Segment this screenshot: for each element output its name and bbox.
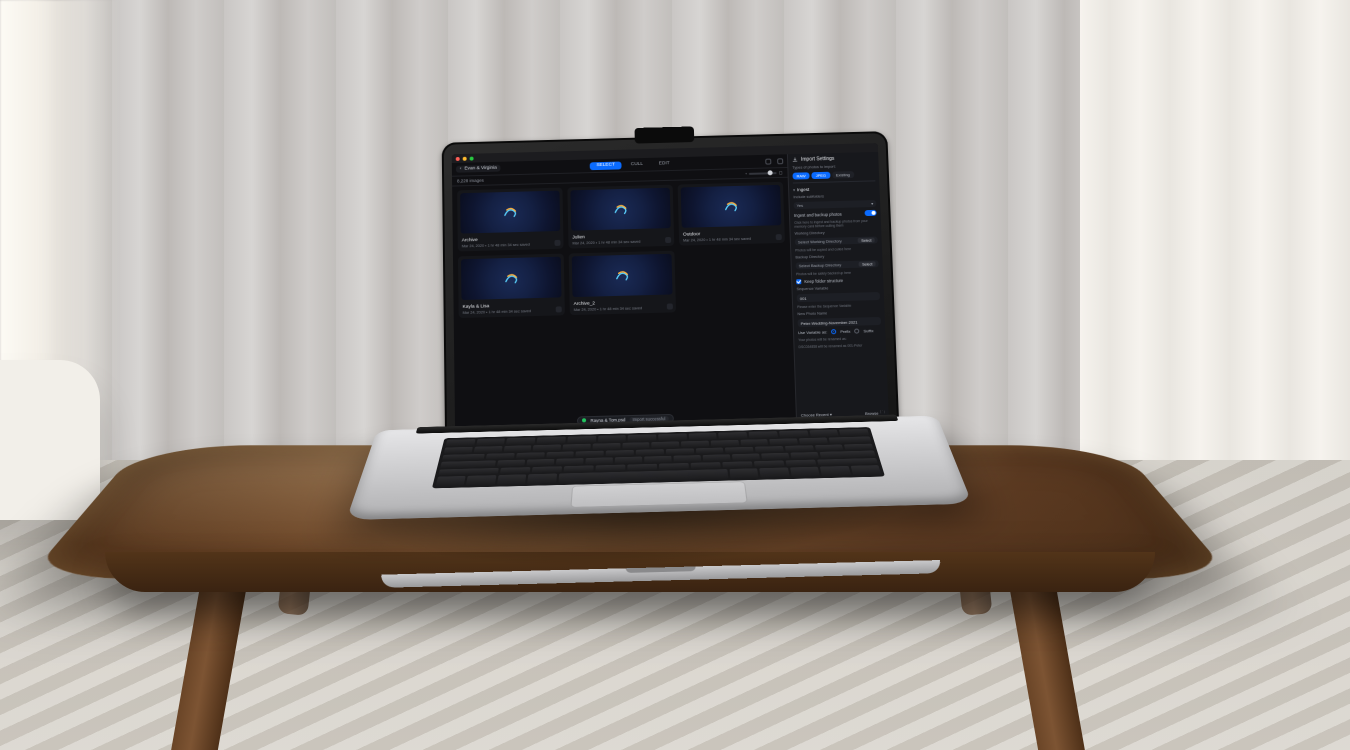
settings-toggle-icon[interactable]: [777, 158, 783, 164]
album-options-icon[interactable]: [667, 303, 673, 309]
keep-structure-label: Keep folder structure: [804, 278, 843, 284]
app-logo-icon: [614, 267, 630, 283]
include-subfolders-label: Include subfolders: [793, 193, 876, 199]
chip-existing[interactable]: Existing: [832, 171, 854, 178]
album-thumbnail: [572, 254, 673, 297]
chevron-down-icon: ▾: [871, 201, 873, 206]
laptop: ‹ Evan & Virginia SELECT CULL EDIT: [369, 128, 940, 573]
tab-cull[interactable]: CULL: [624, 160, 650, 169]
panel-title-text: Import Settings: [801, 156, 835, 163]
album-thumbnail: [461, 257, 562, 300]
tab-select[interactable]: SELECT: [589, 161, 622, 170]
album-thumbnail: [460, 191, 560, 234]
backup-dir-select-button[interactable]: Select: [859, 261, 876, 266]
backup-dir-hint: Photos will be safely backed up here: [796, 270, 879, 276]
window-zoom-icon[interactable]: [470, 156, 474, 160]
backup-dir-label: Backup Directory: [795, 253, 878, 259]
ingest-backup-hint: Click here to ingest and backup photos f…: [794, 219, 877, 229]
backup-dir-placeholder: Select Backup Directory: [799, 262, 842, 268]
album-options-icon[interactable]: [556, 306, 562, 312]
sequence-input[interactable]: 001: [797, 292, 880, 302]
zoom-out-icon[interactable]: ▫: [745, 171, 747, 176]
album-thumbnail: [570, 188, 670, 231]
zoom-in-icon[interactable]: ◻: [779, 170, 783, 176]
image-count: 8,228 images: [457, 178, 484, 184]
file-type-chips: RAW JPEG Existing: [792, 171, 875, 180]
working-dir-select-button[interactable]: Select: [858, 238, 875, 243]
use-variable-label: Use Variable as:: [798, 329, 827, 335]
album-card[interactable]: Archive_2 Mar 24, 2020 • 1 hr 48 min 34 …: [569, 251, 676, 315]
backup-dir-field[interactable]: Select Backup Directory Select: [796, 260, 879, 269]
import-icon: [792, 157, 798, 163]
window-minimize-icon[interactable]: [463, 156, 467, 160]
album-thumbnail: [681, 185, 782, 228]
chip-jpeg[interactable]: JPEG: [812, 172, 831, 179]
sequence-label: Sequence Variable: [796, 285, 879, 291]
radio-suffix[interactable]: [854, 329, 859, 334]
app-logo-icon: [502, 204, 518, 220]
album-options-icon[interactable]: [776, 234, 782, 240]
album-card[interactable]: Outdoor Mar 24, 2020 • 1 hr 48 min 34 se…: [678, 182, 785, 246]
slider-thumb[interactable]: [768, 170, 773, 175]
rename-example: DSC034858 will be renamed as 001-Peter: [798, 343, 881, 349]
album-card[interactable]: Julien Mar 24, 2020 • 1 hr 48 min 34 sec…: [567, 185, 674, 249]
window-close-icon[interactable]: [456, 156, 460, 160]
rename-hint: Your photos will be renamed as:: [798, 336, 881, 342]
ingest-backup-label: Ingest and backup photos: [794, 211, 842, 217]
import-settings-panel: Import Settings Types of photos to impor…: [787, 152, 889, 422]
album-grid: Archive Mar 24, 2020 • 1 hr 48 min 34 se…: [452, 178, 795, 417]
chip-raw[interactable]: RAW: [792, 172, 809, 179]
thumbnail-size-slider[interactable]: ▫ ◻: [745, 170, 782, 177]
layout-toggle-icon[interactable]: [765, 158, 771, 164]
working-dir-hint: Photos will be copied and culled here: [795, 246, 878, 252]
include-subfolders-select[interactable]: Yes ▾: [794, 200, 877, 209]
section-ingest[interactable]: Ingest: [793, 185, 876, 192]
app-logo-icon: [612, 201, 628, 217]
mode-tabs: SELECT CULL EDIT: [589, 160, 676, 170]
tab-edit[interactable]: EDIT: [652, 160, 677, 168]
include-subfolders-value: Yes: [797, 203, 804, 208]
app-logo-icon: [723, 198, 739, 214]
slider-track[interactable]: [749, 172, 777, 175]
album-card[interactable]: Archive Mar 24, 2020 • 1 hr 48 min 34 se…: [457, 188, 563, 252]
ingest-backup-toggle[interactable]: [865, 210, 877, 216]
new-name-input[interactable]: Peter-Wedding-November-2021: [798, 317, 881, 327]
album-options-icon[interactable]: [665, 237, 671, 243]
laptop-display: ‹ Evan & Virginia SELECT CULL EDIT: [442, 131, 900, 441]
panel-title: Import Settings: [792, 155, 875, 163]
album-card[interactable]: Kayla & Lisa Mar 24, 2020 • 1 hr 48 min …: [458, 254, 565, 318]
working-dir-field[interactable]: Select Working Directory Select: [795, 236, 878, 245]
project-title: Evan & Virginia: [464, 166, 497, 172]
radio-prefix[interactable]: [831, 329, 836, 334]
app-logo-icon: [503, 270, 519, 286]
radio-prefix-label: Prefix: [840, 329, 850, 334]
album-options-icon[interactable]: [554, 240, 560, 246]
back-chevron-icon[interactable]: ‹: [460, 167, 462, 172]
laptop-base: [346, 416, 972, 520]
new-name-label: New Photo Name: [797, 310, 880, 316]
keep-structure-checkbox[interactable]: [796, 279, 801, 284]
working-dir-label: Working Directory: [795, 230, 878, 236]
app-screen: ‹ Evan & Virginia SELECT CULL EDIT: [452, 143, 889, 431]
working-dir-placeholder: Select Working Directory: [798, 238, 842, 244]
types-label: Types of photos to import:: [792, 164, 874, 170]
sequence-hint: Please enter the Sequence Variable: [797, 303, 880, 309]
webcam-cover: [634, 126, 694, 143]
breadcrumb[interactable]: ‹ Evan & Virginia: [456, 165, 501, 173]
radio-suffix-label: Suffix: [863, 328, 873, 333]
